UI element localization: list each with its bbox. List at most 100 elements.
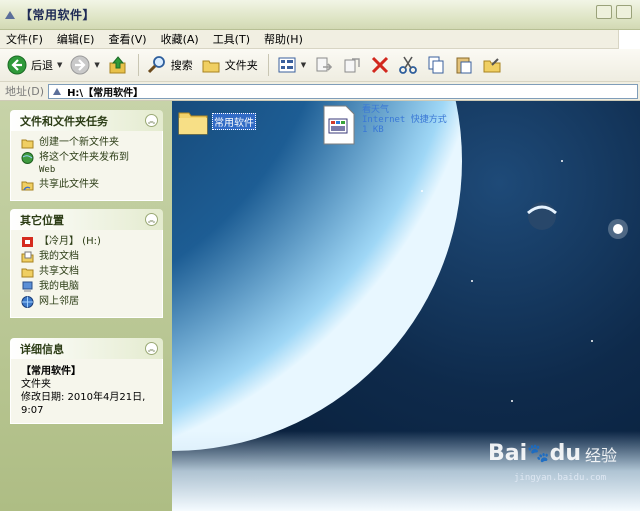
task-share-folder-label: 共享此文件夹 — [39, 179, 99, 190]
move-to-icon — [316, 57, 333, 72]
place-drive-h-label: 【冷月】 (H:) — [39, 236, 101, 247]
other-places-panel: 其它位置 ︽ 【冷月】 (H:) 我的文档 共享文档 我的电脑 网上邻居 — [10, 209, 163, 318]
forward-button[interactable]: ▼ — [67, 52, 102, 78]
delete-icon — [372, 56, 389, 74]
details-name: 【常用软件】 — [21, 366, 81, 377]
details-panel: 详细信息 ︽ 【常用软件】 文件夹 修改日期: 2010年4月21日, 9:07 — [10, 338, 163, 424]
windows-logo — [618, 30, 640, 49]
scissors-icon — [399, 56, 418, 74]
copy-to-icon — [344, 58, 360, 73]
minimize-button[interactable] — [596, 5, 612, 19]
back-arrow-icon — [7, 55, 27, 75]
address-input[interactable]: H:\【常用软件】 — [48, 83, 638, 99]
task-publish-web-label: 将这个文件夹发布到 — [39, 152, 129, 163]
address-label: 地址(D) — [5, 85, 45, 98]
watermark-url: jingyan.baidu.com — [514, 473, 607, 483]
place-my-documents[interactable]: 我的文档 — [21, 251, 156, 263]
move-to-button[interactable] — [311, 52, 337, 78]
details-modified-time: 9:07 — [21, 405, 44, 416]
menu-help[interactable]: 帮助(H) — [264, 31, 303, 47]
menu-bar: 文件(F) 编辑(E) 查看(V) 收藏(A) 工具(T) 帮助(H) — [0, 30, 640, 49]
toolbar-separator — [137, 54, 139, 76]
my-documents-icon — [21, 251, 34, 263]
folder-icon — [178, 112, 208, 135]
task-pane: 文件和文件夹任务 ︽ 创建一个新文件夹 将这个文件夹发布到 Web 共享此文件夹… — [0, 101, 172, 511]
place-shared-documents[interactable]: 共享文档 — [21, 266, 156, 278]
search-label: 搜索 — [170, 59, 193, 72]
details-title: 详细信息 — [20, 342, 64, 356]
collapse-icon[interactable]: ︽ — [145, 213, 158, 226]
place-shared-documents-label: 共享文档 — [39, 266, 79, 277]
search-button[interactable]: 搜索 — [144, 52, 196, 78]
file-weather-shortcut[interactable]: 看天气 Internet 快捷方式 1 KB — [322, 105, 447, 145]
menu-edit[interactable]: 编辑(E) — [57, 31, 95, 47]
delete-button[interactable] — [367, 52, 393, 78]
toolbar: 后退 ▼ ▼ 搜索 文件夹 ▼ — [0, 49, 640, 82]
task-new-folder[interactable]: 创建一个新文件夹 — [21, 137, 156, 149]
collapse-icon[interactable]: ︽ — [145, 114, 158, 127]
properties-button[interactable] — [479, 52, 505, 78]
window-icon — [5, 10, 15, 19]
up-folder-icon — [109, 56, 126, 74]
views-button[interactable]: ▼ — [274, 52, 309, 78]
baidu-watermark: Bai 🐾 du 经验 — [488, 441, 617, 466]
share-folder-icon — [21, 181, 34, 191]
menu-file[interactable]: 文件(F) — [6, 31, 43, 47]
watermark-jingyan: 经验 — [585, 445, 618, 465]
back-label: 后退 — [31, 59, 53, 72]
back-button[interactable]: 后退 ▼ — [4, 52, 65, 78]
network-icon — [21, 296, 34, 308]
close-button[interactable] — [616, 5, 632, 19]
views-icon — [278, 57, 296, 73]
paste-icon — [456, 57, 472, 74]
file-list-area[interactable]: 常用软件 看天气 Internet 快捷方式 1 KB Bai 🐾 du 经验 … — [172, 101, 640, 511]
window-controls — [592, 5, 632, 19]
place-my-documents-label: 我的文档 — [39, 251, 79, 262]
file-folder-common-software[interactable]: 常用软件 — [178, 107, 256, 135]
details-body: 【常用软件】 文件夹 修改日期: 2010年4月21日, 9:07 — [10, 359, 163, 424]
paw-icon: 🐾 — [527, 443, 550, 464]
details-header[interactable]: 详细信息 ︽ — [10, 338, 163, 359]
shortcut-type: Internet 快捷方式 — [362, 115, 447, 125]
search-icon — [147, 56, 165, 74]
forward-arrow-icon — [70, 55, 90, 75]
file-tasks-panel: 文件和文件夹任务 ︽ 创建一个新文件夹 将这个文件夹发布到 Web 共享此文件夹 — [10, 110, 163, 201]
drive-icon — [22, 237, 33, 247]
watermark-brand-2: du — [549, 441, 581, 466]
place-my-computer[interactable]: 我的电脑 — [21, 281, 156, 293]
folders-icon — [202, 60, 220, 73]
window-title: 【常用软件】 — [20, 8, 96, 22]
address-value: H:\【常用软件】 — [67, 87, 144, 99]
file-tasks-title: 文件和文件夹任务 — [20, 114, 108, 128]
copy-button[interactable] — [423, 52, 449, 78]
menu-tools[interactable]: 工具(T) — [213, 31, 250, 47]
shortcut-size: 1 KB — [362, 125, 384, 135]
menu-view[interactable]: 查看(V) — [108, 31, 146, 47]
file-tasks-header[interactable]: 文件和文件夹任务 ︽ — [10, 110, 163, 131]
place-network[interactable]: 网上邻居 — [21, 296, 156, 308]
title-bar: 【常用软件】 — [0, 0, 640, 30]
folders-label: 文件夹 — [224, 59, 258, 72]
task-share-folder[interactable]: 共享此文件夹 — [21, 179, 156, 191]
shortcut-name: 看天气 — [362, 105, 390, 115]
views-dropdown-icon[interactable]: ▼ — [301, 61, 306, 69]
other-places-body: 【冷月】 (H:) 我的文档 共享文档 我的电脑 网上邻居 — [10, 230, 163, 318]
paste-button[interactable] — [451, 52, 477, 78]
new-folder-icon — [21, 139, 34, 149]
place-drive-h[interactable]: 【冷月】 (H:) — [21, 236, 156, 248]
back-dropdown-icon[interactable]: ▼ — [57, 61, 62, 69]
forward-dropdown-icon[interactable]: ▼ — [94, 61, 99, 69]
menu-favorites[interactable]: 收藏(A) — [161, 31, 199, 47]
internet-shortcut-icon — [323, 105, 355, 145]
collapse-icon[interactable]: ︽ — [145, 342, 158, 355]
cut-button[interactable] — [395, 52, 421, 78]
folders-button[interactable]: 文件夹 — [198, 52, 261, 78]
copy-to-button[interactable] — [339, 52, 365, 78]
properties-icon — [483, 58, 501, 73]
details-type: 文件夹 — [21, 379, 51, 390]
watermark-brand: Bai — [488, 441, 528, 466]
other-places-title: 其它位置 — [20, 213, 64, 227]
other-places-header[interactable]: 其它位置 ︽ — [10, 209, 163, 230]
task-publish-web[interactable]: 将这个文件夹发布到 Web — [21, 152, 156, 176]
up-folder-button[interactable] — [105, 52, 131, 78]
